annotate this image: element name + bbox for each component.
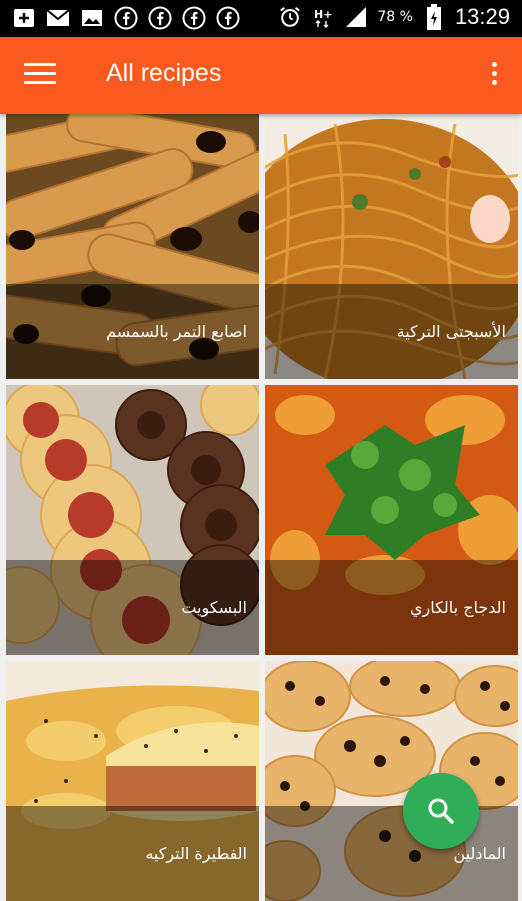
recipe-card[interactable]: البسكويت — [6, 385, 259, 655]
signal-icon — [344, 5, 368, 29]
recipe-card[interactable]: اصابع التمر بالسمسم — [6, 114, 259, 379]
more-options-icon[interactable] — [484, 62, 504, 90]
menu-icon[interactable] — [24, 63, 56, 89]
alarm-icon — [278, 5, 302, 29]
recipe-card[interactable]: المادلين — [265, 661, 518, 901]
mail-icon — [46, 6, 70, 30]
clock: 13:29 — [454, 4, 510, 29]
svg-text:H+: H+ — [314, 8, 332, 21]
facebook-icon — [182, 6, 206, 30]
recipe-card[interactable]: الدجاج بالكاري — [265, 385, 518, 655]
recipe-name: اصابع التمر بالسمسم — [106, 322, 247, 341]
image-icon — [80, 6, 104, 30]
recipe-card[interactable]: الأسبجتى التركية — [265, 114, 518, 379]
recipe-name: الدجاج بالكاري — [409, 598, 506, 617]
search-icon — [428, 798, 454, 824]
recipe-name: الأسبجتى التركية — [396, 322, 506, 341]
recipe-card[interactable]: الفطيرة التركيه — [6, 661, 259, 901]
recipe-name: البسكويت — [181, 598, 247, 617]
battery-percent: 78 % — [377, 9, 413, 25]
add-box-icon — [12, 6, 36, 30]
search-button[interactable] — [403, 773, 479, 849]
recipe-caption: الأسبجتى التركية — [265, 284, 518, 379]
recipe-caption: البسكويت — [6, 560, 259, 655]
status-bar: H+ 78 % 13:29 — [0, 0, 522, 37]
recipe-caption: الفطيرة التركيه — [6, 806, 259, 901]
recipe-name: المادلين — [453, 844, 506, 863]
battery-icon — [422, 4, 446, 30]
recipe-caption: المادلين — [265, 806, 518, 901]
facebook-icon — [216, 6, 240, 30]
recipe-name: الفطيرة التركيه — [145, 844, 247, 863]
recipe-caption: الدجاج بالكاري — [265, 560, 518, 655]
system-icons: H+ 78 % 13:29 — [278, 4, 510, 30]
app-bar: All recipes — [0, 37, 522, 114]
page-title: All recipes — [106, 59, 222, 87]
facebook-icon — [148, 6, 172, 30]
data-hplus-icon: H+ — [311, 5, 335, 29]
recipe-caption: اصابع التمر بالسمسم — [6, 284, 259, 379]
facebook-icon — [114, 6, 138, 30]
notification-icons — [12, 6, 240, 30]
